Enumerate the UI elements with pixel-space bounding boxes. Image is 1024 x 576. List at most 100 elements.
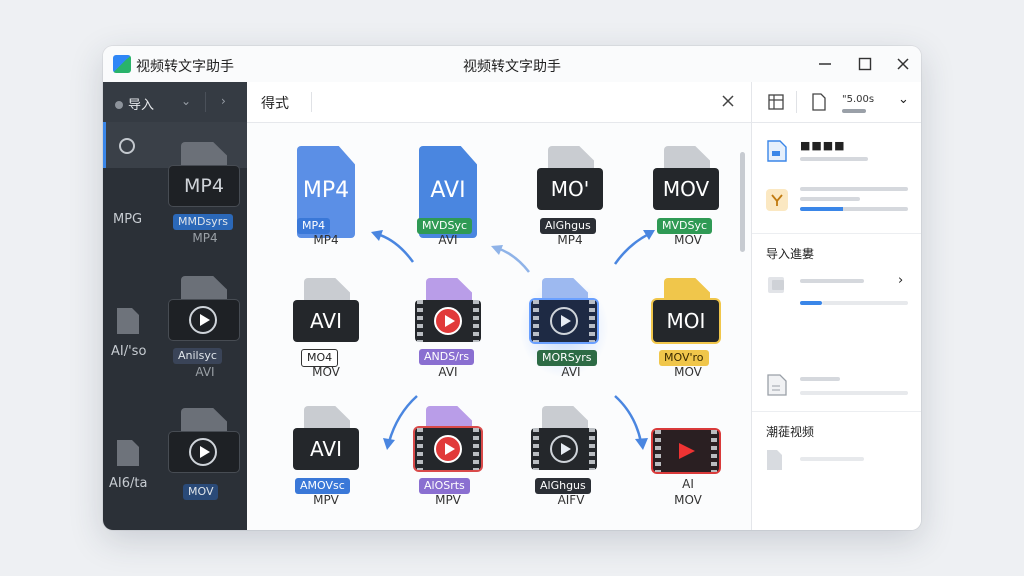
close-icon (897, 58, 909, 70)
play-icon (550, 435, 578, 463)
sidebar-toolbar: 导入 ⌄ › (103, 82, 247, 123)
file-tag: MVDSyc (657, 218, 713, 234)
file-badge: AVI (293, 428, 359, 470)
sidebar-item-ai6-ta[interactable]: AI6/ta (109, 476, 147, 491)
ghost-file-mov[interactable]: MOV (169, 408, 249, 518)
format-toolbar: 得式 (247, 82, 751, 123)
close-window-button[interactable] (889, 50, 917, 78)
close-panel-icon[interactable] (719, 92, 737, 110)
film-strip (417, 300, 423, 342)
right-toolbar: "5.00s ⌄ (751, 82, 921, 123)
divider (205, 92, 206, 112)
film-strip (473, 300, 479, 342)
film-strip (533, 300, 539, 342)
file-label: AVI (438, 365, 458, 379)
arrow-icon (383, 395, 418, 450)
file-label: MPV (435, 493, 461, 507)
file-label: AIFV (557, 493, 585, 507)
file-tag: MMDsyrs (173, 214, 233, 230)
file-icon (767, 450, 782, 470)
chevron-right-icon[interactable]: › (898, 273, 903, 288)
progress-track (822, 301, 908, 305)
file-tile-avi-2[interactable]: AVI MO4 MOV (291, 278, 371, 386)
title-bar: 视频转文字助手 视频转文字助手 (103, 46, 921, 83)
arrow-icon (613, 230, 655, 265)
video-badge (169, 300, 239, 340)
file-tile-video-selected[interactable]: MORSyrs AVI (519, 278, 609, 386)
file-tag: AlOSrts (419, 478, 470, 494)
active-indicator (103, 122, 106, 168)
file-tag: AlGhgus (540, 218, 596, 234)
file-tile-video-ands[interactable]: ANDS/rs AVI (413, 278, 493, 386)
video-badge (531, 428, 597, 470)
play-icon (550, 307, 578, 335)
file-tile-moi[interactable]: MOI MOV'ro MOV (651, 278, 731, 386)
file-tile-video-alos[interactable]: AlOSrts MPV (413, 406, 493, 514)
play-icon (434, 307, 462, 335)
file-tile-avi[interactable]: AVI MVDSyc AVI (413, 146, 493, 254)
sidebar-item-ai-so[interactable]: AI/'so (111, 344, 146, 359)
section-title-video: 潮蓰视频 (766, 425, 815, 439)
divider (311, 92, 312, 112)
file-badge: AVI (293, 300, 359, 342)
grid-layout-icon[interactable] (768, 94, 784, 110)
file-tile-video-red[interactable]: AI MOV (651, 406, 731, 514)
minimize-button[interactable] (811, 50, 839, 78)
film-strip (589, 428, 595, 470)
file-tag: MP4 (297, 218, 331, 234)
file-tile-video-alghgus[interactable]: AlGhgus AIFV (529, 406, 609, 514)
file-label: MP4 (557, 233, 583, 247)
sidebar-item-mpg[interactable]: MPG (113, 212, 142, 227)
maximize-icon (858, 57, 872, 71)
file-tag: MOV (183, 484, 219, 500)
scrollbar[interactable] (740, 152, 745, 252)
placeholder-line (800, 187, 908, 191)
play-icon (679, 443, 695, 459)
file-tag: MOV'ro (659, 350, 709, 366)
play-icon (189, 438, 217, 466)
placeholder-line (800, 377, 840, 381)
divider (752, 233, 921, 234)
divider (796, 91, 797, 113)
chevron-right-icon[interactable]: › (221, 94, 226, 108)
document-icon[interactable] (812, 93, 826, 111)
file-badge: MOV (653, 168, 719, 210)
video-badge (415, 300, 481, 342)
file-label: AVI (561, 365, 581, 379)
file-tag: AlGhgus (535, 478, 591, 494)
file-tag: AI (682, 477, 694, 491)
file-icon (117, 308, 139, 334)
film-strip (711, 430, 717, 472)
file-badge: MP4 (169, 166, 239, 206)
document-blue-icon (767, 140, 787, 162)
file-badge: MOI (653, 300, 719, 342)
file-label: MOV (674, 493, 702, 507)
window-title: 视频转文字助手 (463, 59, 561, 75)
import-label: 导入 (128, 98, 155, 113)
video-badge (415, 428, 481, 470)
video-badge (531, 300, 597, 342)
file-tile-mov[interactable]: MOV MVDSyc MOV (651, 146, 731, 254)
document-icon (767, 374, 787, 396)
file-label: MOV (674, 365, 702, 379)
import-button[interactable]: 导入 (115, 94, 154, 113)
file-tile-avi-3[interactable]: AVI AMOVsc MPV (291, 406, 371, 514)
divider (752, 411, 921, 412)
folder-icon (768, 277, 784, 293)
dropdown-chevron-icon[interactable]: ⌄ (898, 92, 909, 107)
arrow-icon (371, 230, 415, 263)
chevron-down-icon[interactable]: ⌄ (181, 94, 191, 108)
import-dot-icon (115, 101, 123, 109)
ghost-file-avi[interactable]: Anilsyc AVI (169, 276, 249, 386)
ghost-file-mp4[interactable]: MP4 MMDsyrs MP4 (169, 142, 249, 252)
file-icon (117, 440, 139, 466)
film-strip (589, 300, 595, 342)
duration-readout: "5.00s (842, 94, 875, 105)
file-tile-mo[interactable]: MO' AlGhgus MP4 (535, 146, 615, 254)
file-label: MPV (313, 493, 339, 507)
maximize-button[interactable] (851, 50, 879, 78)
video-badge (169, 432, 239, 472)
minimize-icon (819, 63, 831, 65)
file-tile-mp4[interactable]: MP4 MP4 MP4 (291, 146, 371, 254)
app-window: 视频转文字助手 视频转文字助手 导入 ⌄ › MPG AI/'so AI6/ta (103, 46, 921, 530)
